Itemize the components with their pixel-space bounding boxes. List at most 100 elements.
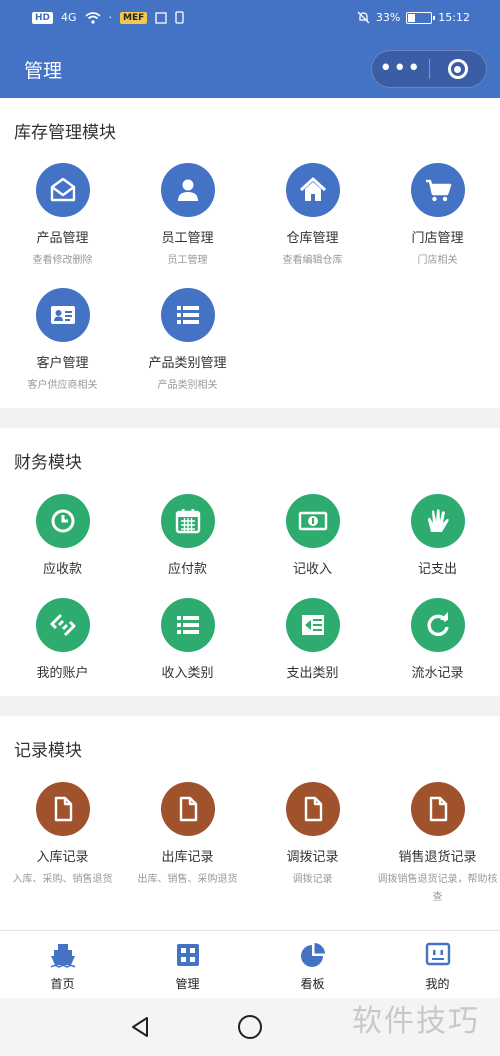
tab-dashboard[interactable]: 看板 [250,941,375,992]
tile-label: 收入类别 [161,666,214,681]
tile-label: 产品管理 [36,231,89,246]
tab-label: 管理 [175,977,200,991]
tile-label: 客户管理 [36,356,89,371]
tile-subtitle: 入库、采购、销售退货 [12,874,113,885]
tile-label: 调拨记录 [286,850,339,865]
finance-module-section: 财务模块 应收款 应付款 记收入 记支出 我的账户 收入类别 支出类别 流水记录 [0,428,500,696]
tile-transfer-records[interactable]: 调拨记录 调拨记录 [250,782,375,889]
battery-fill [408,13,416,22]
grid-icon [176,944,199,966]
ship-icon [50,944,75,968]
close-miniprogram-button[interactable] [429,59,486,79]
records-module-section: 记录模块 入库记录 入库、采购、销售退货 出库记录 出库、销售、采购退货 调拨记… [0,716,500,946]
user-icon [160,163,215,217]
tile-subtitle: 调拨记录 [292,874,333,885]
tile-label: 出库记录 [161,850,214,865]
back-icon[interactable] [128,1015,152,1039]
status-bar: HD 4G · MEF 33% 15:12 [0,0,500,38]
section-title: 财务模块 [14,453,82,473]
dot-icon: · [108,11,113,24]
tile-label: 员工管理 [161,231,214,246]
hd-badge: HD [32,11,54,24]
bottom-tab-bar: 首页 管理 看板 我的 [0,930,500,998]
shopping-cart-icon [410,163,465,217]
more-button[interactable]: ••• [372,58,429,80]
tile-income-categories[interactable]: 收入类别 [125,598,250,681]
tile-subtitle: 产品类别相关 [157,380,218,391]
tile-label: 记收入 [292,562,332,577]
tile-record-income[interactable]: 记收入 [250,494,375,577]
home-icon [285,163,340,217]
wifi-icon [85,11,101,24]
tile-receivables[interactable]: 应收款 [0,494,125,577]
image-icon [155,11,167,24]
watermark-text: 软件技巧 [352,1004,480,1039]
envelope-open-icon [35,163,90,217]
tile-label: 入库记录 [36,850,89,865]
tile-label: 应付款 [167,562,207,577]
tab-label: 我的 [425,977,450,991]
tile-subtitle: 员工管理 [167,255,208,266]
tile-transaction-records[interactable]: 流水记录 [375,598,500,681]
tile-record-expense[interactable]: 记支出 [375,494,500,577]
tile-label: 产品类别管理 [148,356,227,371]
tile-label: 我的账户 [36,666,89,681]
phone-icon [175,11,184,24]
tile-staff-management[interactable]: 员工管理 员工管理 [125,163,250,270]
refresh-icon [410,598,465,652]
battery-percent: 33% [375,11,401,24]
tile-label: 支出类别 [286,666,339,681]
tile-expense-categories[interactable]: 支出类别 [250,598,375,681]
section-title: 库存管理模块 [14,123,116,143]
tile-subtitle: 查看编辑仓库 [282,255,343,266]
tile-product-category-management[interactable]: 产品类别管理 产品类别相关 [125,288,250,395]
tile-subtitle: 出库、销售、采购退货 [137,874,238,885]
tile-inbound-records[interactable]: 入库记录 入库、采购、销售退货 [0,782,125,889]
mute-icon [357,11,370,24]
file-icon [35,782,90,836]
tile-subtitle: 调拨销售退货记录，帮助核查 [377,874,498,903]
tile-subtitle: 门店相关 [417,255,458,266]
tile-customer-management[interactable]: 客户管理 客户供应商相关 [0,288,125,395]
tile-payables[interactable]: 应付款 [125,494,250,577]
hand-icon [410,494,465,548]
tab-label: 首页 [50,977,75,991]
tile-warehouse-management[interactable]: 仓库管理 查看编辑仓库 [250,163,375,270]
outdent-icon [285,598,340,652]
tile-sales-return-records[interactable]: 销售退货记录 调拨销售退货记录，帮助核查 [375,782,500,907]
clock-time: 15:12 [438,11,470,24]
tab-manage[interactable]: 管理 [125,941,250,992]
app-badge: MEF [120,11,148,24]
tile-outbound-records[interactable]: 出库记录 出库、销售、采购退货 [125,782,250,889]
pie-chart-icon [300,943,325,967]
network-label: 4G [61,11,77,24]
tile-subtitle: 客户供应商相关 [27,380,98,391]
tab-mine[interactable]: 我的 [375,941,500,992]
header: HD 4G · MEF 33% 15:12 管理 ••• [0,0,500,98]
home-circle-icon[interactable] [238,1015,262,1039]
face-box-icon [425,942,450,966]
tile-label: 销售退货记录 [398,850,477,865]
tile-product-management[interactable]: 产品管理 查看修改删除 [0,163,125,270]
target-icon [447,59,468,79]
tile-my-accounts[interactable]: 我的账户 [0,598,125,681]
list-icon [160,598,215,652]
file-icon [410,782,465,836]
exchange-icon [35,598,90,652]
tile-label: 应收款 [42,562,82,577]
money-icon [285,494,340,548]
tile-label: 仓库管理 [286,231,339,246]
section-title: 记录模块 [14,741,82,761]
tile-label: 记支出 [417,562,457,577]
file-icon [160,782,215,836]
tab-home[interactable]: 首页 [0,941,125,992]
page-title: 管理 [24,60,63,82]
tile-store-management[interactable]: 门店管理 门店相关 [375,163,500,270]
calendar-icon [160,494,215,548]
miniprogram-capsule: ••• [371,50,487,88]
tab-label: 看板 [300,977,325,991]
battery-icon [406,11,436,24]
tile-subtitle: 查看修改删除 [32,255,93,266]
tile-label: 门店管理 [411,231,464,246]
file-icon [285,782,340,836]
